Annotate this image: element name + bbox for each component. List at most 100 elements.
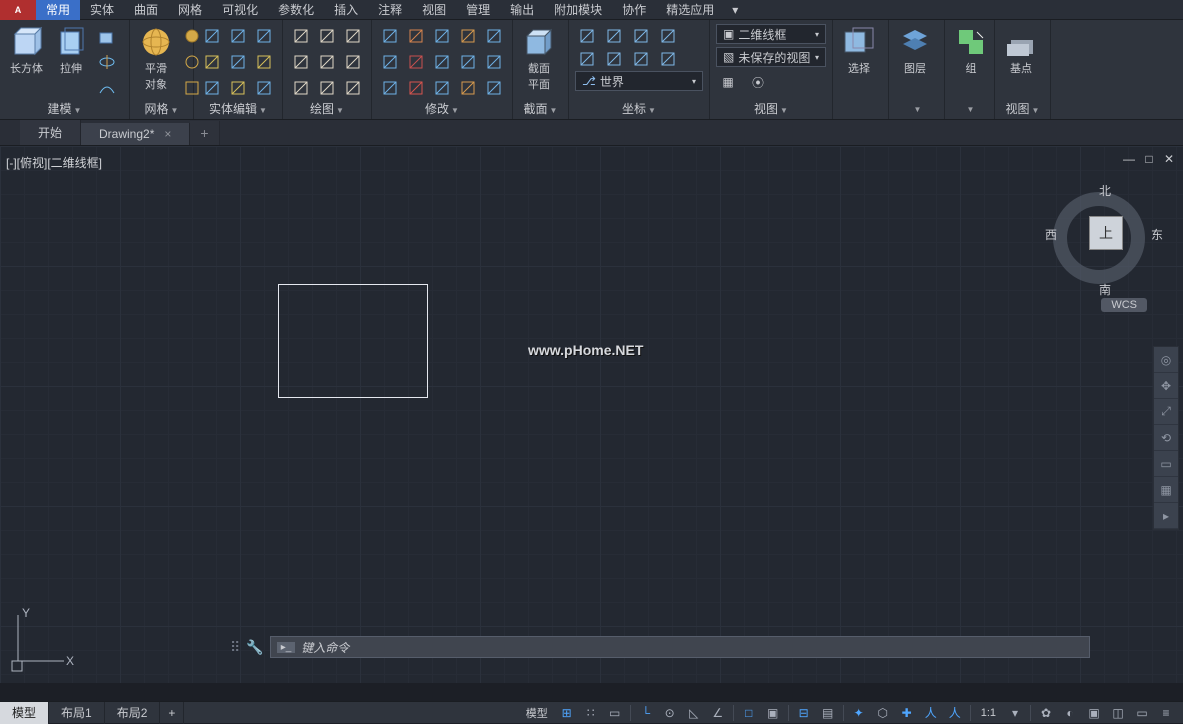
modify-tool-10[interactable] bbox=[378, 76, 402, 100]
panel-title-modeling[interactable]: 建模▼ bbox=[6, 101, 123, 119]
osnap-icon[interactable]: □ bbox=[738, 703, 760, 723]
menu-3[interactable]: 网格 bbox=[168, 0, 212, 20]
visual-style-select[interactable]: ▣二维线框▾ bbox=[716, 24, 826, 44]
ortho-icon[interactable]: └ bbox=[635, 703, 657, 723]
presspull-icon[interactable] bbox=[95, 24, 119, 48]
modify-tool-9[interactable] bbox=[482, 50, 506, 74]
layout-add[interactable]: + bbox=[160, 702, 184, 724]
tpy-icon[interactable]: ▤ bbox=[817, 703, 839, 723]
view-tool2-icon[interactable]: ⦿ bbox=[746, 70, 770, 94]
menu-1[interactable]: 实体 bbox=[80, 0, 124, 20]
scale-label[interactable]: 1:1 bbox=[975, 707, 1002, 719]
dyn-icon[interactable]: ✚ bbox=[896, 703, 918, 723]
menu-8[interactable]: 视图 bbox=[412, 0, 456, 20]
smooth-button[interactable]: 平滑 对象 bbox=[136, 24, 176, 101]
ws-icon[interactable]: ◐ bbox=[1059, 703, 1081, 723]
showmotion-icon[interactable]: ▭ bbox=[1154, 451, 1178, 477]
draw-tool-3[interactable] bbox=[289, 50, 313, 74]
solidedit-tool-4[interactable] bbox=[226, 50, 250, 74]
nav-expand-icon[interactable]: ▸ bbox=[1154, 503, 1178, 529]
tab-drawing[interactable]: Drawing2*× bbox=[81, 123, 190, 145]
solidedit-tool-7[interactable] bbox=[226, 76, 250, 100]
otrack-icon[interactable]: ∠ bbox=[707, 703, 729, 723]
menu-11[interactable]: 附加模块 bbox=[544, 0, 612, 20]
orbit-icon[interactable]: ⟲ bbox=[1154, 425, 1178, 451]
modify-tool-7[interactable] bbox=[430, 50, 454, 74]
tab-start[interactable]: 开始 bbox=[20, 120, 81, 145]
view-label[interactable]: [-][俯视][二维线框] bbox=[6, 154, 102, 171]
layer-button[interactable]: 图层 bbox=[895, 24, 935, 101]
panel-title-coord[interactable]: 坐标▼ bbox=[575, 101, 703, 119]
menu-12[interactable]: 协作 bbox=[612, 0, 656, 20]
menu-7[interactable]: 注释 bbox=[368, 0, 412, 20]
annoscale-icon[interactable]: ✿ bbox=[1035, 703, 1057, 723]
coord-tool-1[interactable] bbox=[602, 24, 626, 48]
gizmo-icon[interactable]: ✦ bbox=[848, 703, 870, 723]
sc-icon[interactable]: ⬡ bbox=[872, 703, 894, 723]
modify-tool-3[interactable] bbox=[456, 24, 480, 48]
solidedit-tool-2[interactable] bbox=[252, 24, 276, 48]
modify-tool-5[interactable] bbox=[378, 50, 402, 74]
tab-new[interactable]: + bbox=[190, 121, 219, 145]
solidedit-tool-0[interactable] bbox=[200, 24, 224, 48]
cmd-handle-icon[interactable]: ⠿ bbox=[230, 639, 240, 656]
panel-title-group[interactable]: ▼ bbox=[951, 101, 988, 119]
modify-tool-14[interactable] bbox=[482, 76, 506, 100]
draw-tool-6[interactable] bbox=[289, 76, 313, 100]
iso-icon[interactable]: ◺ bbox=[683, 703, 705, 723]
menu-6[interactable]: 插入 bbox=[324, 0, 368, 20]
menu-10[interactable]: 输出 bbox=[500, 0, 544, 20]
base-button[interactable]: 基点 bbox=[1001, 24, 1041, 101]
status-model-label[interactable]: 模型 bbox=[520, 705, 554, 721]
modify-tool-6[interactable] bbox=[404, 50, 428, 74]
menu-9[interactable]: 管理 bbox=[456, 0, 500, 20]
model-tab[interactable]: 模型 bbox=[0, 702, 49, 724]
menu-0[interactable]: 常用 bbox=[36, 0, 80, 20]
panel-title-view[interactable]: 视图▼ bbox=[716, 101, 826, 119]
polar-icon[interactable]: ⊙ bbox=[659, 703, 681, 723]
coord-tool-5[interactable] bbox=[602, 47, 626, 71]
menu-4[interactable]: 可视化 bbox=[212, 0, 268, 20]
panel-title-mesh[interactable]: 网格▼ bbox=[136, 101, 187, 119]
view-tool-icon[interactable]: ▦ bbox=[716, 70, 740, 94]
menu-5[interactable]: 参数化 bbox=[268, 0, 324, 20]
menu-overflow-icon[interactable]: ▾ bbox=[724, 3, 746, 17]
iso-view-icon[interactable]: ◫ bbox=[1107, 703, 1129, 723]
solidedit-tool-6[interactable] bbox=[200, 76, 224, 100]
draw-tool-2[interactable] bbox=[341, 24, 365, 48]
qc-icon[interactable]: 人 bbox=[920, 703, 942, 723]
pan-icon[interactable]: ✥ bbox=[1154, 373, 1178, 399]
layout2-tab[interactable]: 布局2 bbox=[105, 702, 161, 724]
menu-2[interactable]: 曲面 bbox=[124, 0, 168, 20]
solidedit-tool-5[interactable] bbox=[252, 50, 276, 74]
modify-tool-4[interactable] bbox=[482, 24, 506, 48]
coord-tool-3[interactable] bbox=[656, 24, 680, 48]
box-button[interactable]: 长方体 bbox=[6, 24, 47, 101]
app-icon[interactable]: A bbox=[0, 0, 36, 20]
panel-title-solidedit[interactable]: 实体编辑▼ bbox=[200, 101, 276, 119]
close-icon[interactable]: × bbox=[164, 127, 171, 141]
scale-dd-icon[interactable]: ▾ bbox=[1004, 703, 1026, 723]
draw-tool-1[interactable] bbox=[315, 24, 339, 48]
coord-tool-7[interactable] bbox=[656, 47, 680, 71]
solidedit-tool-1[interactable] bbox=[226, 24, 250, 48]
panel-title-base[interactable]: 视图▼ bbox=[1001, 101, 1044, 119]
section-plane-button[interactable]: 截面 平面 bbox=[519, 24, 559, 101]
lwt-icon[interactable]: ⊟ bbox=[793, 703, 815, 723]
minimize-icon[interactable]: — bbox=[1121, 152, 1137, 166]
world-select[interactable]: ⎇世界▾ bbox=[575, 71, 703, 91]
extrude-button[interactable]: 拉伸 bbox=[51, 24, 91, 101]
solidedit-tool-3[interactable] bbox=[200, 50, 224, 74]
draw-tool-0[interactable] bbox=[289, 24, 313, 48]
canvas[interactable]: [-][俯视][二维线框] — □ ✕ www.pHome.NET 上 北 南 … bbox=[0, 146, 1183, 683]
snap-toggle-icon[interactable]: ∷ bbox=[580, 703, 602, 723]
zoom-icon[interactable]: ⤢ bbox=[1154, 399, 1178, 425]
coord-tool-6[interactable] bbox=[629, 47, 653, 71]
modify-tool-12[interactable] bbox=[430, 76, 454, 100]
modify-tool-2[interactable] bbox=[430, 24, 454, 48]
menu-13[interactable]: 精选应用 bbox=[656, 0, 724, 20]
clean-icon[interactable]: ▭ bbox=[1131, 703, 1153, 723]
panel-title-draw[interactable]: 绘图▼ bbox=[289, 101, 365, 119]
draw-tool-8[interactable] bbox=[341, 76, 365, 100]
saved-view-select[interactable]: ▧未保存的视图▾ bbox=[716, 47, 826, 67]
